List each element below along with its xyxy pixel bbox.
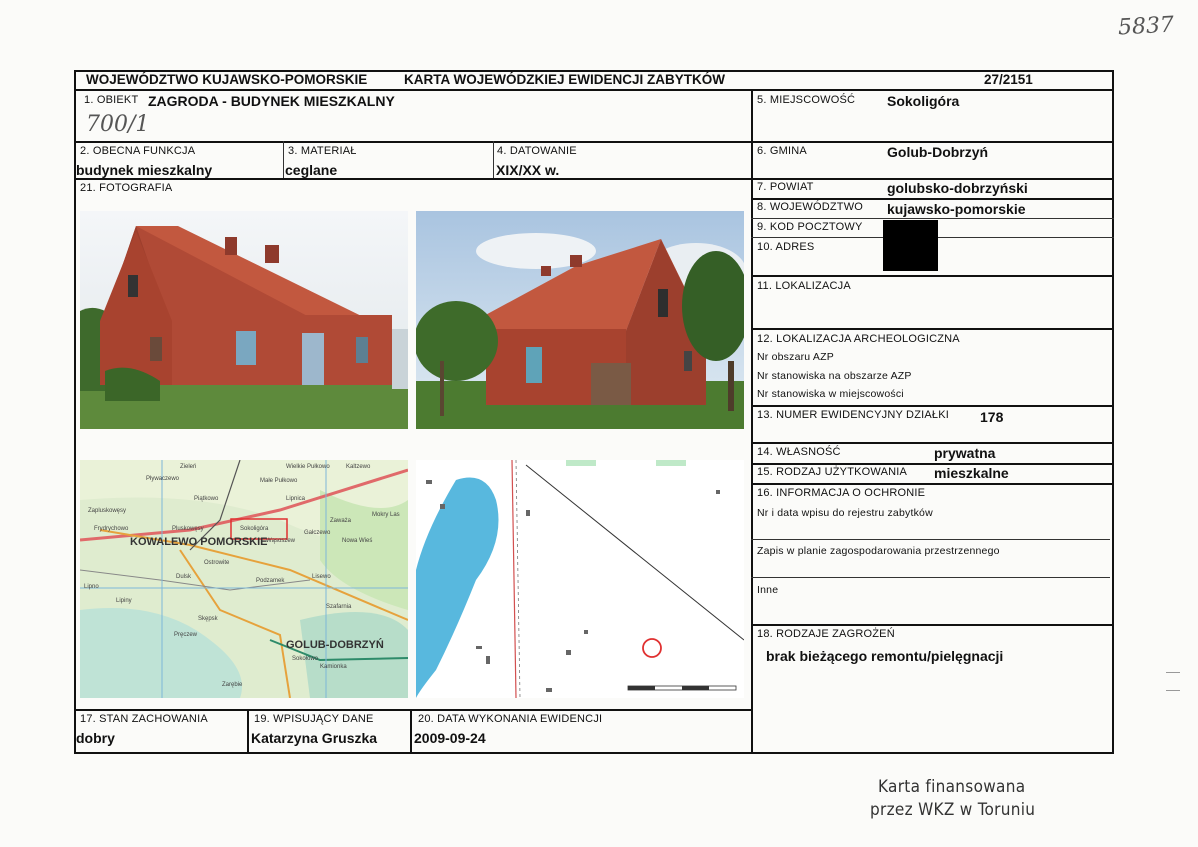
svg-text:Dulsk: Dulsk <box>176 574 192 580</box>
wojewodztwo-value: kujawsko-pomorskie <box>887 201 1026 217</box>
arch-label: 12. LOKALIZACJA ARCHEOLOGICZNA <box>757 333 960 345</box>
svg-text:Zaważa: Zaważa <box>330 518 352 524</box>
gmina-label: 6. GMINA <box>757 145 807 157</box>
uzytkowanie-label: 15. RODZAJ UŻYTKOWANIA <box>757 466 908 478</box>
svg-text:Mokry Las: Mokry Las <box>372 512 400 518</box>
wpisujacy-label: 19. WPISUJĄCY DANE <box>254 713 374 725</box>
svg-text:Zarębie: Zarębie <box>222 682 243 688</box>
svg-text:Kaltzewo: Kaltzewo <box>346 464 371 470</box>
funkcja-value: budynek mieszkalny <box>76 162 213 178</box>
miejscowosc-label: 5. MIEJSCOWOŚĆ <box>757 94 856 106</box>
svg-text:Sokoligóra: Sokoligóra <box>240 526 269 532</box>
svg-text:GOLUB-DOBRZYŃ: GOLUB-DOBRZYŃ <box>286 638 384 651</box>
data-value: 2009-09-24 <box>414 730 486 746</box>
ochrona-line-plan: Zapis w planie zagospodarowania przestrz… <box>757 545 1000 557</box>
handwritten-object-note: 700/1 <box>86 112 150 137</box>
svg-text:KOWALEWO POMORSKIE: KOWALEWO POMORSKIE <box>130 536 268 548</box>
svg-text:Małe Pułkowo: Małe Pułkowo <box>260 478 298 484</box>
location-road-map: Zieleń Wielkie Pułkowo Kaltzewo Pływacze… <box>80 460 408 698</box>
wlasnosc-value: prywatna <box>934 445 996 461</box>
margin-mark <box>1166 672 1180 673</box>
svg-text:Frydrychowo: Frydrychowo <box>94 526 129 532</box>
ochrona-label: 16. INFORMACJA O OCHRONIE <box>757 487 926 499</box>
adres-label: 10. ADRES <box>757 241 815 253</box>
lokalizacja-label: 11. LOKALIZACJA <box>757 280 851 292</box>
svg-text:Wielkie Pułkowo: Wielkie Pułkowo <box>286 464 330 470</box>
dzialka-value: 178 <box>980 409 1004 425</box>
svg-text:Szafarnia: Szafarnia <box>326 604 352 610</box>
wpisujacy-value: Katarzyna Gruszka <box>251 730 378 746</box>
arch-line-azp: Nr obszaru AZP <box>757 351 834 363</box>
svg-text:Zieleń: Zieleń <box>180 464 196 470</box>
svg-text:Pręczew: Pręczew <box>174 632 198 638</box>
fotografia-label: 21. FOTOGRAFIA <box>80 182 173 194</box>
dzialka-label: 13. NUMER EWIDENCYJNY DZIAŁKI <box>757 409 950 421</box>
svg-text:Gałczewo: Gałczewo <box>304 530 331 536</box>
powiat-label: 7. POWIAT <box>757 181 814 193</box>
svg-text:Podzamek: Podzamek <box>256 578 285 584</box>
gmina-value: Golub-Dobrzyń <box>887 144 989 160</box>
margin-mark <box>1166 690 1180 691</box>
arch-line-stanowisko-azp: Nr stanowiska na obszarze AZP <box>757 370 912 382</box>
ochrona-line-rejestr: Nr i data wpisu do rejestru zabytków <box>757 507 933 519</box>
svg-text:Lipnica: Lipnica <box>286 496 306 502</box>
datowanie-value: XIX/XX w. <box>496 162 560 178</box>
svg-text:Wąsoszew: Wąsoszew <box>266 538 296 544</box>
svg-text:Kamionka: Kamionka <box>320 664 347 670</box>
svg-text:Lipno: Lipno <box>84 584 99 590</box>
photo-house-front <box>80 211 408 429</box>
material-value: ceglane <box>285 162 338 178</box>
powiat-value: golubsko-dobrzyński <box>887 180 1028 196</box>
zagrozenia-label: 18. RODZAJE ZAGROŻEŃ <box>757 628 895 640</box>
material-label: 3. MATERIAŁ <box>288 145 357 157</box>
cadastral-map <box>416 460 744 698</box>
datowanie-label: 4. DATOWANIE <box>497 145 577 157</box>
svg-text:Piątkowo: Piątkowo <box>194 496 219 502</box>
svg-text:Lipiny: Lipiny <box>116 598 132 604</box>
card-number: 27/2151 <box>984 72 1033 87</box>
zagrozenia-value: brak bieżącego remontu/pielęgnacji <box>766 648 1004 664</box>
ochrona-line-inne: Inne <box>757 584 779 596</box>
funkcja-label: 2. OBECNA FUNKCJA <box>80 145 196 157</box>
svg-text:Nowa Wieś: Nowa Wieś <box>342 538 372 544</box>
stan-label: 17. STAN ZACHOWANIA <box>80 713 208 725</box>
svg-text:Sokołowo: Sokołowo <box>292 656 319 662</box>
svg-text:Pływaczewo: Pływaczewo <box>146 476 180 482</box>
financing-note-line1: Karta finansowana <box>878 777 1026 797</box>
voivodeship-header: WOJEWÓDZTWO KUJAWSKO-POMORSKIE <box>86 72 368 87</box>
uzytkowanie-value: mieszkalne <box>934 465 1009 481</box>
card-title: KARTA WOJEWÓDZKIEJ EWIDENCJI ZABYTKÓW <box>404 72 725 87</box>
arch-line-stanowisko-miejsc: Nr stanowiska w miejscowości <box>757 388 904 400</box>
stan-value: dobry <box>76 730 115 746</box>
data-label: 20. DATA WYKONANIA EWIDENCJI <box>418 713 603 725</box>
financing-note-line2: przez WKZ w Toruniu <box>870 800 1036 820</box>
photo-house-side <box>416 211 744 429</box>
svg-text:Skępsk: Skępsk <box>198 616 219 622</box>
obiekt-value: ZAGRODA - BUDYNEK MIESZKALNY <box>148 93 395 109</box>
miejscowosc-value: Sokoligóra <box>887 93 960 109</box>
svg-text:Pluskowęsy: Pluskowęsy <box>172 526 204 532</box>
wlasnosc-label: 14. WŁASNOŚĆ <box>757 446 841 458</box>
svg-text:Zapluskowęsy: Zapluskowęsy <box>88 508 126 514</box>
handwritten-number: 5837 <box>1117 12 1175 41</box>
wojewodztwo-label: 8. WOJEWÓDZTWO <box>757 201 864 213</box>
obiekt-label: 1. OBIEKT <box>84 94 139 106</box>
redaction-block <box>883 220 938 271</box>
svg-text:Lisewo: Lisewo <box>312 574 331 580</box>
kod-pocztowy-label: 9. KOD POCZTOWY <box>757 221 863 233</box>
svg-text:Ostrowite: Ostrowite <box>204 560 230 566</box>
